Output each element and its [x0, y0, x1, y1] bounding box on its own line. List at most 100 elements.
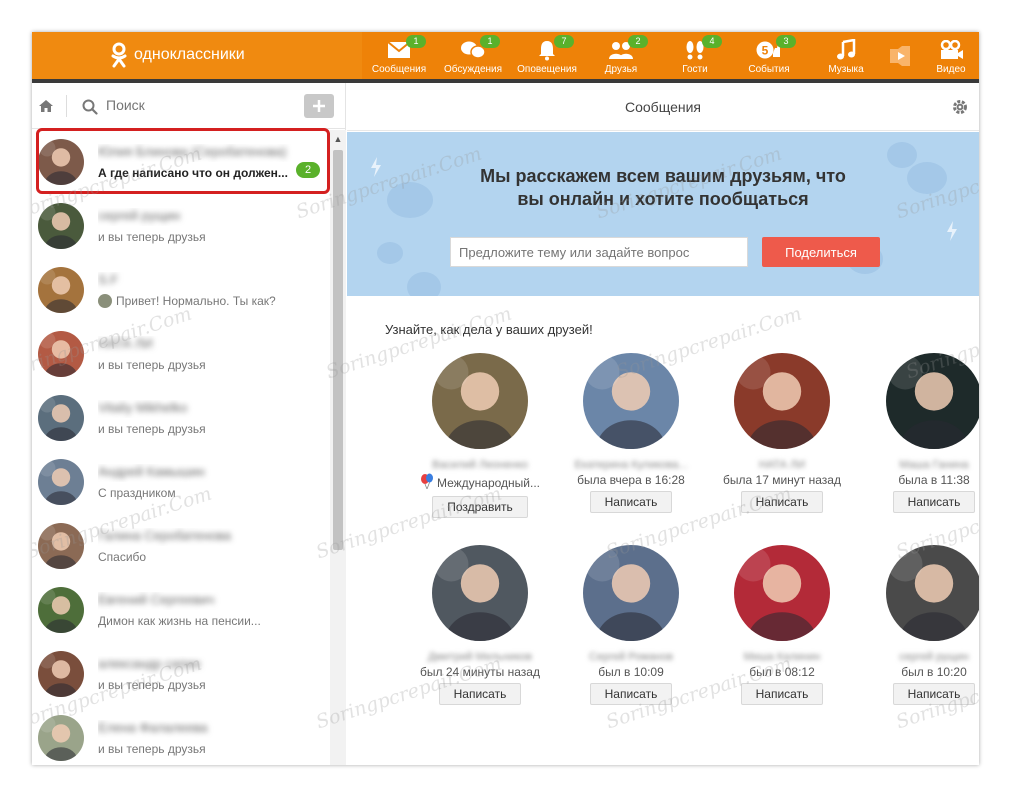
topic-input[interactable]: [450, 237, 748, 267]
play-icon[interactable]: [886, 32, 914, 79]
friend-status: был в 10:20: [859, 665, 979, 679]
conversation-last-message: С праздником: [98, 486, 318, 500]
conversation-name-text: Галина Серобатенова: [98, 528, 232, 543]
nav-notifications[interactable]: Оповещения 7: [510, 32, 584, 79]
nav-badge: 7: [554, 35, 574, 48]
nav-messages[interactable]: Сообщения 1: [362, 32, 436, 79]
conversation-text: Евгений Сергеевич Димон как жизнь на пенс…: [98, 592, 318, 628]
friend-status: была вчера в 16:28: [556, 473, 706, 487]
friend-avatar[interactable]: [432, 545, 528, 641]
search-input[interactable]: [106, 97, 296, 113]
unread-count-badge: 2: [296, 162, 320, 178]
avatar: [38, 459, 84, 505]
conversation-last-message: Димон как жизнь на пенсии...: [98, 614, 318, 628]
friend-card: Сергей Романов был в 10:09 Написать: [556, 545, 706, 705]
messages-main: Сообщения Мы расскажем всем вашим друзья…: [347, 83, 979, 765]
logo[interactable]: одноклассники: [110, 42, 245, 68]
conversation-name: александр сапин: [98, 656, 318, 674]
friends-section-title: Узнайте, как дела у ваших друзей!: [385, 322, 593, 337]
friend-status: был 24 минуты назад: [405, 665, 555, 679]
conversation-item[interactable]: Андрей Камышин С праздником: [32, 450, 330, 514]
ok-logo-icon: [111, 42, 127, 68]
nav-music[interactable]: Музыка: [806, 32, 886, 79]
conversation-name: Vitaliy Mikhelko: [98, 400, 318, 418]
friend-card: сергей рущин был в 10:20 Написать: [859, 545, 979, 705]
conversation-name-text: НАТА ЛИ: [98, 336, 153, 351]
friend-name[interactable]: Маша Ганина: [859, 459, 979, 471]
conversation-item[interactable]: Юлия Блинова (Серобатенова) А где написан…: [32, 130, 330, 194]
conversation-last-message: Спасибо: [98, 550, 318, 564]
video-camera-icon: [938, 39, 964, 61]
friend-status-text: Международный...: [436, 475, 541, 490]
nav-guests[interactable]: Гости 4: [658, 32, 732, 79]
conversation-item[interactable]: александр сапин и вы теперь друзья: [32, 642, 330, 706]
friend-name[interactable]: Миша Калинин: [707, 651, 857, 663]
write-message-button[interactable]: Написать: [589, 683, 673, 705]
friend-avatar[interactable]: [886, 353, 979, 449]
scroll-up-arrow-icon[interactable]: ▲: [333, 134, 343, 144]
avatar: [38, 651, 84, 697]
message-text: и вы теперь друзья: [98, 230, 206, 244]
conversation-last-message: Привет! Нормально. Ты как?: [98, 294, 318, 308]
nav-badge: 2: [628, 35, 648, 48]
nav-video[interactable]: Видео: [914, 32, 979, 79]
conversation-name: Елена Фалалеева: [98, 720, 318, 738]
conversation-item[interactable]: Галина Серобатенова Спасибо: [32, 514, 330, 578]
friend-name[interactable]: НАТА ЛИ: [707, 459, 857, 471]
scroll-thumb[interactable]: [333, 150, 343, 550]
friend-avatar[interactable]: [734, 545, 830, 641]
conversation-name: сергей рущин: [98, 208, 318, 226]
write-message-button[interactable]: Написать: [740, 683, 824, 705]
friend-name[interactable]: Сергей Романов: [556, 651, 706, 663]
conversation-name: Галина Серобатенова: [98, 528, 318, 546]
write-message-button[interactable]: Написать: [740, 491, 824, 513]
message-text: и вы теперь друзья: [98, 678, 206, 692]
congratulate-button[interactable]: Поздравить: [432, 496, 528, 518]
friend-name[interactable]: Екатерина Куликова...: [556, 459, 706, 471]
friend-avatar[interactable]: [583, 353, 679, 449]
message-text: А где написано что он должен...: [98, 166, 288, 180]
conversation-item[interactable]: Евгений Сергеевич Димон как жизнь на пенс…: [32, 578, 330, 642]
friend-avatar[interactable]: [734, 353, 830, 449]
write-message-button[interactable]: Написать: [589, 491, 673, 513]
gear-icon[interactable]: [951, 98, 969, 116]
nav-label: Оповещения: [517, 64, 577, 75]
conversation-last-message: и вы теперь друзья: [98, 358, 318, 372]
conversation-item[interactable]: Елена Фалалеева и вы теперь друзья: [32, 706, 330, 765]
nav-discussions[interactable]: Обсуждения 1: [436, 32, 510, 79]
friend-card: Миша Калинин был в 08:12 Написать: [707, 545, 857, 705]
conversation-item[interactable]: Vitaliy Mikhelko и вы теперь друзья: [32, 386, 330, 450]
new-conversation-button[interactable]: [304, 94, 334, 118]
conversation-item[interactable]: НАТА ЛИ и вы теперь друзья: [32, 322, 330, 386]
nav-events[interactable]: 5 События 3: [732, 32, 806, 79]
friend-status: была 17 минут назад: [707, 473, 857, 487]
friend-avatar[interactable]: [583, 545, 679, 641]
home-icon[interactable]: [38, 99, 54, 113]
nav-label: Музыка: [828, 64, 864, 75]
conversation-last-message: и вы теперь друзья: [98, 230, 318, 244]
friend-name[interactable]: Дмитрий Мельников: [405, 651, 555, 663]
conversation-name-text: Юлия Блинова (Серобатенова): [98, 144, 287, 159]
search-icon: [82, 99, 98, 115]
friend-name[interactable]: сергей рущин: [859, 651, 979, 663]
message-text: и вы теперь друзья: [98, 742, 206, 756]
friend-card: НАТА ЛИ была 17 минут назад Написать: [707, 353, 857, 513]
friend-name[interactable]: Василий Леоненко: [405, 459, 555, 471]
message-text: Спасибо: [98, 550, 147, 564]
friend-card: Дмитрий Мельников был 24 минуты назад Напи…: [405, 545, 555, 705]
message-text: и вы теперь друзья: [98, 422, 206, 436]
conversation-name-text: Евгений Сергеевич: [98, 592, 215, 607]
nav-friends[interactable]: Друзья 2: [584, 32, 658, 79]
conversation-item[interactable]: сергей рущин и вы теперь друзья: [32, 194, 330, 258]
write-message-button[interactable]: Написать: [892, 683, 976, 705]
share-button[interactable]: Поделиться: [762, 237, 880, 267]
write-message-button[interactable]: Написать: [438, 683, 522, 705]
write-message-button[interactable]: Написать: [892, 491, 976, 513]
friend-avatar[interactable]: [432, 353, 528, 449]
friend-status-text: была 17 минут назад: [723, 473, 841, 487]
conversation-item[interactable]: S.F Привет! Нормально. Ты как?: [32, 258, 330, 322]
conversation-name-text: Vitaliy Mikhelko: [98, 400, 188, 415]
conversation-last-message: и вы теперь друзья: [98, 422, 318, 436]
friend-avatar[interactable]: [886, 545, 979, 641]
sidebar-scrollbar[interactable]: ▲: [330, 130, 346, 765]
